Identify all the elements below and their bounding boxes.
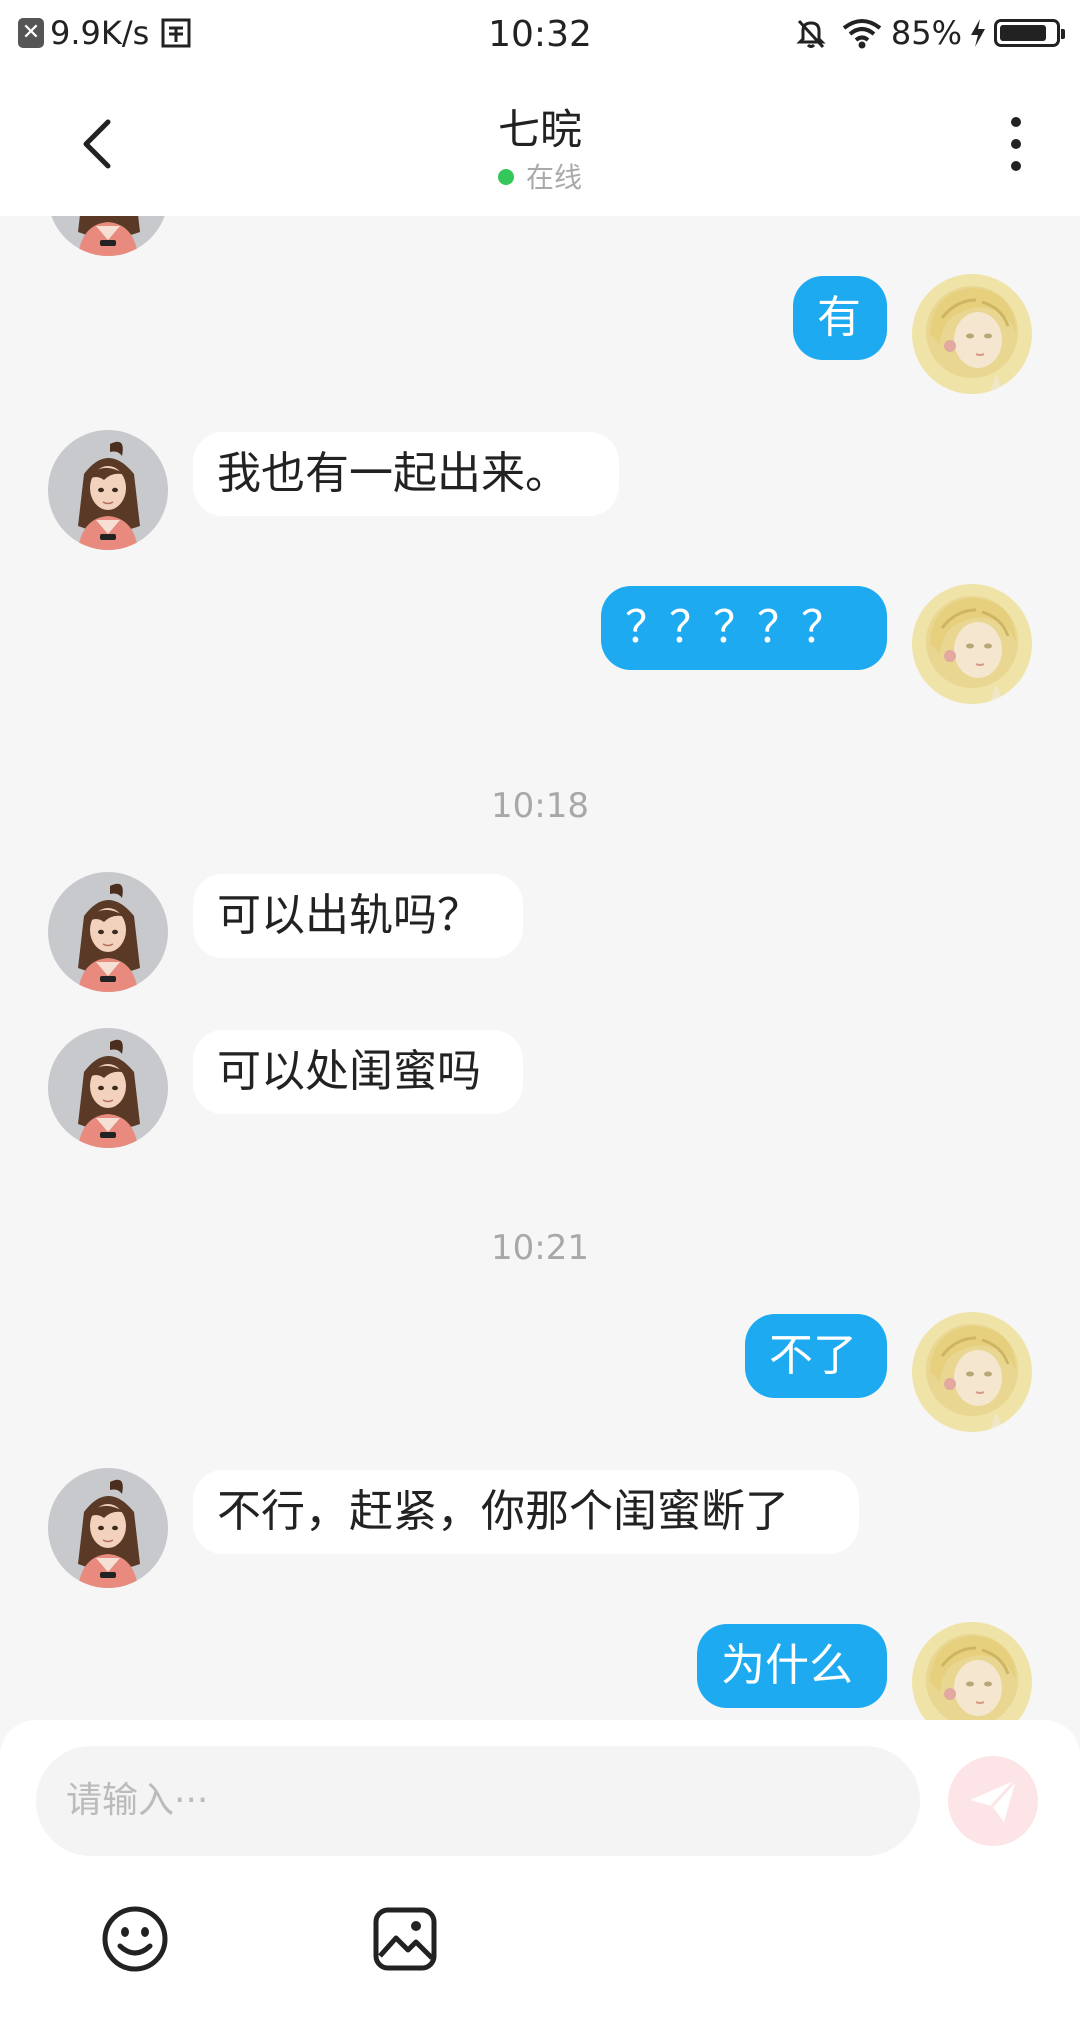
my-avatar[interactable] — [912, 1622, 1032, 1720]
bell-off-icon — [796, 19, 826, 49]
battery-icon — [994, 19, 1065, 47]
incoming-message-bubble[interactable]: 可以出轨吗？ — [193, 874, 523, 958]
message-list[interactable]: 有 我也有一起出来。 ？？？？？ 10:18 可以出轨吗？ 可以处闺蜜吗 10:… — [0, 216, 1080, 1720]
message-timestamp: 10:18 — [491, 786, 589, 826]
chat-header: 七晥 在线 — [0, 72, 1080, 216]
wifi-icon — [842, 19, 882, 49]
composer: 请输入··· — [0, 1720, 1080, 2034]
outgoing-message-bubble[interactable]: ？？？？？ — [601, 586, 887, 670]
charging-icon — [971, 19, 985, 47]
battery-percent: 85% — [890, 14, 962, 52]
outgoing-message-bubble[interactable]: 不了 — [745, 1314, 887, 1398]
my-avatar[interactable] — [912, 1312, 1032, 1432]
online-status: 在线 — [0, 156, 1080, 196]
online-dot-icon — [497, 169, 514, 185]
outgoing-message-bubble[interactable]: 有 — [793, 276, 887, 360]
incoming-message-bubble[interactable]: 可以处闺蜜吗 — [193, 1030, 523, 1114]
online-status-label: 在线 — [525, 161, 582, 194]
outgoing-message-bubble[interactable]: 为什么 — [697, 1624, 887, 1708]
incoming-message-bubble[interactable]: 我也有一起出来。 — [193, 432, 619, 516]
my-avatar[interactable] — [912, 274, 1032, 394]
image-button[interactable] — [370, 1904, 440, 1974]
status-right: 85% — [793, 14, 1065, 52]
contact-avatar[interactable] — [48, 1028, 168, 1148]
contact-avatar[interactable] — [48, 216, 168, 256]
message-timestamp: 10:21 — [491, 1228, 589, 1268]
contact-avatar[interactable] — [48, 872, 168, 992]
incoming-message-bubble[interactable]: 不行，赶紧，你那个闺蜜断了 — [193, 1470, 859, 1554]
status-bar: ✕ 9.9K/s 10:32 85% — [0, 0, 1080, 72]
send-button[interactable] — [948, 1756, 1038, 1846]
more-options-button[interactable] — [1004, 112, 1028, 176]
emoji-button[interactable] — [100, 1904, 170, 1974]
contact-avatar[interactable] — [48, 1468, 168, 1588]
contact-name: 七晥 — [497, 105, 582, 154]
message-input[interactable]: 请输入··· — [36, 1746, 920, 1856]
contact-avatar[interactable] — [48, 430, 168, 550]
my-avatar[interactable] — [912, 584, 1032, 704]
battery-fill — [1000, 25, 1046, 41]
paper-plane-icon — [970, 1778, 1018, 1822]
